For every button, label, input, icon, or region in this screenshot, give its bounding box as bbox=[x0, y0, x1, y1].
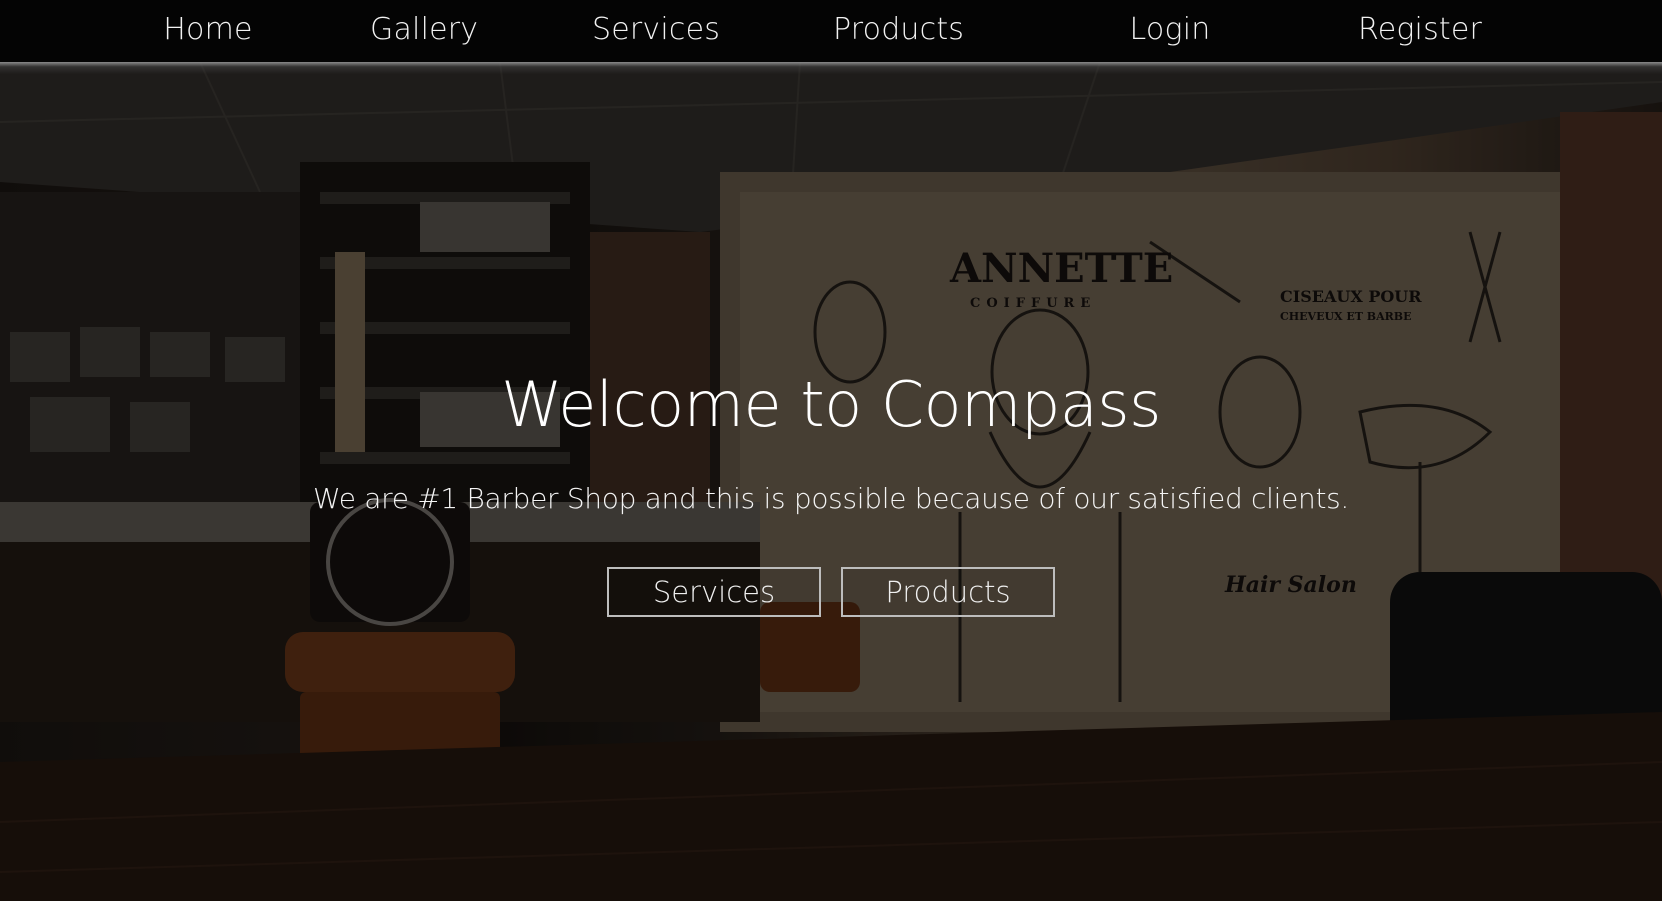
hero-subtitle: We are #1 Barber Shop and this is possib… bbox=[312, 482, 1350, 515]
nav-services-link[interactable]: Services bbox=[592, 10, 720, 50]
nav-gallery-link[interactable]: Gallery bbox=[370, 10, 478, 50]
nav-products-link[interactable]: Products bbox=[833, 10, 964, 50]
hero-services-button[interactable]: Services bbox=[607, 567, 821, 617]
top-navigation: Home Gallery Services Products Login Reg… bbox=[0, 0, 1662, 62]
nav-login-link[interactable]: Login bbox=[1126, 10, 1214, 50]
nav-shadow-divider bbox=[0, 62, 1662, 74]
hero-products-button[interactable]: Products bbox=[841, 567, 1055, 617]
nav-home-link[interactable]: Home bbox=[155, 10, 261, 50]
hero-title: Welcome to Compass bbox=[501, 368, 1161, 441]
nav-register-link[interactable]: Register bbox=[1358, 10, 1482, 50]
